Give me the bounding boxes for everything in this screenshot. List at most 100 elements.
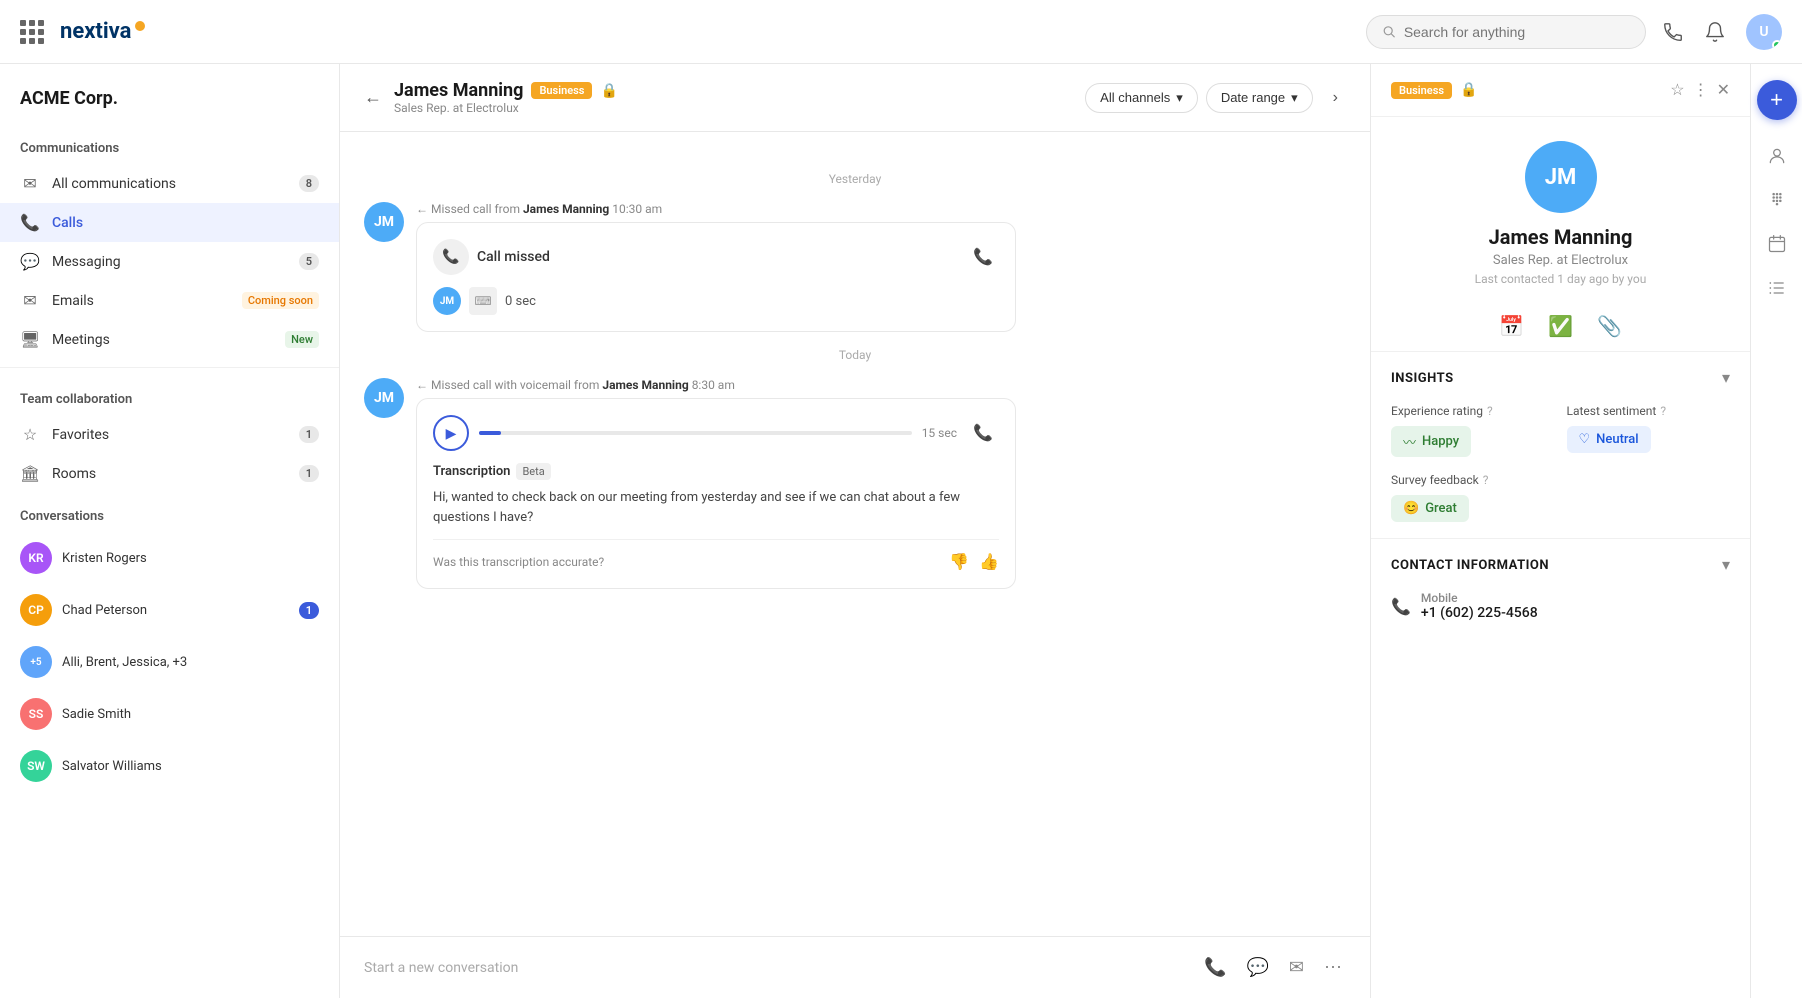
grid-menu-icon[interactable] — [20, 20, 44, 44]
contact-info-header: CONTACT INFORMATION ▾ — [1391, 555, 1730, 575]
communications-section-label: Communications — [0, 125, 339, 164]
quick-action-calendar[interactable]: 📅 — [1499, 314, 1524, 339]
user-avatar[interactable]: U — [1746, 14, 1782, 50]
online-indicator — [1772, 40, 1782, 50]
conversations-section-label: Conversations — [0, 493, 339, 532]
sidebar-label-all: All communications — [52, 176, 287, 192]
voicemail-prefix: ← Missed call with voicemail from — [416, 378, 602, 392]
badge-all-communications: 8 — [299, 175, 319, 192]
date-range-label: Date range — [1221, 90, 1285, 105]
contact-info-collapse-button[interactable]: ▾ — [1722, 555, 1730, 575]
rp-close-button[interactable]: ✕ — [1717, 80, 1730, 100]
audio-player: ▶ 15 sec 📞 — [433, 415, 999, 451]
quick-action-attachment[interactable]: 📎 — [1597, 314, 1622, 339]
search-bar[interactable] — [1366, 15, 1646, 49]
play-button[interactable]: ▶ — [433, 415, 469, 451]
caller-avatar-sm: JM — [433, 287, 461, 315]
sidebar-item-rooms[interactable]: 🏛 Rooms 1 — [0, 454, 339, 493]
insights-collapse-button[interactable]: ▾ — [1722, 368, 1730, 388]
conv-name-sadie: Sadie Smith — [62, 707, 319, 722]
chat-more-button[interactable]: ⋯ — [1320, 953, 1346, 982]
team-section-label: Team collaboration — [0, 376, 339, 415]
insights-title: INSIGHTS — [1391, 371, 1454, 386]
search-input[interactable] — [1404, 24, 1629, 40]
sidebar-item-calls[interactable]: 📞 Calls — [0, 203, 339, 242]
collapse-button[interactable]: › — [1325, 85, 1346, 111]
voicemail-bubble-wrap: ← Missed call with voicemail from James … — [416, 378, 1346, 589]
latest-sentiment-label: Latest sentiment ? — [1567, 404, 1731, 418]
contact-info-title: CONTACT INFORMATION — [1391, 558, 1549, 573]
audio-progress-fill — [479, 431, 501, 435]
message-bubble-wrap: ← Missed call from James Manning 10:30 a… — [416, 202, 1346, 332]
chat-input-placeholder: Start a new conversation — [364, 960, 1188, 976]
chat-message-button[interactable]: 💬 — [1242, 953, 1272, 982]
add-fab-button[interactable]: + — [1757, 80, 1797, 120]
chat-input-area: Start a new conversation 📞 💬 ✉ ⋯ — [340, 936, 1370, 998]
badge-rooms: 1 — [299, 465, 319, 482]
keypad-icon — [1767, 190, 1787, 210]
messaging-icon: 💬 — [20, 252, 40, 271]
audio-progress-bar[interactable] — [479, 431, 912, 435]
search-icon — [1383, 25, 1396, 39]
mobile-number: +1 (602) 225-4568 — [1421, 605, 1538, 621]
sidebar-item-all-communications[interactable]: ✉ All communications 8 — [0, 164, 339, 203]
logo-dot — [135, 21, 145, 31]
conversation-item-chad[interactable]: CP Chad Peterson 1 — [0, 584, 339, 636]
logo[interactable]: nextiva — [60, 19, 145, 44]
missed-call-text: Call missed — [477, 249, 550, 265]
conv-name-chad: Chad Peterson — [62, 603, 289, 618]
transcription-row: Transcription Beta — [433, 463, 999, 480]
thumbs-up-button[interactable]: 👍 — [979, 552, 999, 572]
date-range-filter[interactable]: Date range ▾ — [1206, 83, 1313, 113]
far-keypad-button[interactable] — [1757, 180, 1797, 220]
conversation-item-kristen[interactable]: KR Kristen Rogers — [0, 532, 339, 584]
far-calendar-button[interactable] — [1757, 224, 1797, 264]
neutral-tag: ♡ Neutral — [1567, 426, 1651, 453]
conversation-item-salvator[interactable]: SW Salvator Williams — [0, 740, 339, 792]
back-button[interactable]: ← — [364, 87, 382, 108]
conversation-item-sadie[interactable]: SS Sadie Smith — [0, 688, 339, 740]
all-channels-filter[interactable]: All channels ▾ — [1085, 83, 1198, 113]
logo-text: nextiva — [60, 19, 131, 44]
contact-last-contacted: Last contacted 1 day ago by you — [1475, 272, 1647, 286]
missed-call-phone-icon: 📞 — [433, 239, 469, 275]
badge-messaging: 5 — [299, 253, 319, 270]
avatar-sadie: SS — [20, 698, 52, 730]
right-panel: Business 🔒 ☆ ⋮ ✕ JM James Manning Sales … — [1370, 64, 1750, 998]
mobile-row: 📞 Mobile +1 (602) 225-4568 — [1391, 591, 1730, 621]
notifications-icon-button[interactable] — [1704, 21, 1726, 43]
far-list-button[interactable] — [1757, 268, 1797, 308]
mobile-icon: 📞 — [1391, 597, 1411, 616]
all-channels-label: All channels — [1100, 90, 1170, 105]
contact-info-section: CONTACT INFORMATION ▾ 📞 Mobile +1 (602) … — [1371, 539, 1750, 637]
far-contacts-button[interactable] — [1757, 136, 1797, 176]
chat-email-button[interactable]: ✉ — [1285, 953, 1308, 982]
rp-more-button[interactable]: ⋮ — [1693, 80, 1709, 100]
phone-icon-button[interactable] — [1662, 21, 1684, 43]
survey-feedback-card: Survey feedback ? 😊 Great — [1391, 473, 1730, 522]
sentiment-help-icon[interactable]: ? — [1660, 404, 1666, 418]
chat-phone-button[interactable]: 📞 — [1200, 953, 1230, 982]
quick-action-tasks[interactable]: ✅ — [1548, 314, 1573, 339]
chat-header: ← James Manning Business 🔒 Sales Rep. at… — [340, 64, 1370, 132]
sidebar-item-messaging[interactable]: 💬 Messaging 5 — [0, 242, 339, 281]
chat-contact-role: Sales Rep. at Electrolux — [394, 101, 618, 115]
insights-grid: Experience rating ? 〰 Happy Latest senti… — [1391, 404, 1730, 522]
rp-star-button[interactable]: ☆ — [1670, 80, 1684, 100]
call-back-button[interactable]: 📞 — [967, 241, 999, 273]
thumbs-down-button[interactable]: 👎 — [949, 552, 969, 572]
conversation-item-alli[interactable]: +5 Alli, Brent, Jessica, +3 — [0, 636, 339, 688]
avatar-chad: CP — [20, 594, 52, 626]
survey-help-icon[interactable]: ? — [1483, 473, 1489, 487]
sidebar-item-favorites[interactable]: ☆ Favorites 1 — [0, 415, 339, 454]
sidebar-item-emails[interactable]: ✉ Emails Coming soon — [0, 281, 339, 320]
voicemail-call-back-btn[interactable]: 📞 — [967, 417, 999, 449]
badge-favorites: 1 — [299, 426, 319, 443]
list-icon — [1767, 278, 1787, 298]
date-divider-today: Today — [364, 348, 1346, 362]
sidebar-item-meetings[interactable]: 🖥 Meetings New — [0, 320, 339, 359]
top-nav: nextiva U — [0, 0, 1802, 64]
survey-feedback-label: Survey feedback ? — [1391, 473, 1730, 487]
experience-rating-label: Experience rating ? — [1391, 404, 1555, 418]
experience-help-icon[interactable]: ? — [1487, 404, 1493, 418]
